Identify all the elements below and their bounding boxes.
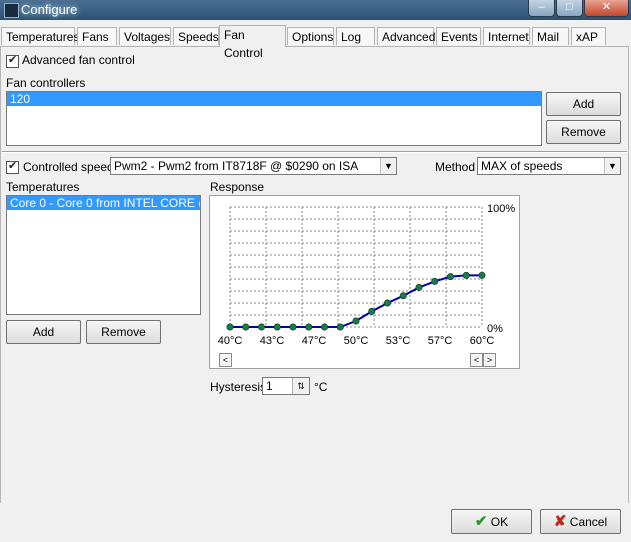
- tab-mail[interactable]: Mail: [532, 27, 569, 45]
- section-divider: [2, 151, 627, 153]
- method-value: MAX of speeds: [481, 159, 563, 173]
- data-point: [368, 307, 376, 315]
- tab-options[interactable]: Options: [287, 27, 334, 45]
- app-icon: [4, 3, 19, 18]
- data-point: [399, 292, 407, 300]
- x-tick-label: 50°C: [344, 335, 369, 347]
- data-point: [447, 273, 455, 281]
- add-fan-controller-button[interactable]: Add: [546, 92, 621, 116]
- x-tick-label: 43°C: [260, 335, 285, 347]
- x-tick-labels: 40°C 43°C 47°C 50°C 53°C 57°C 60°C: [218, 335, 495, 347]
- chevron-down-icon[interactable]: ▼: [604, 158, 620, 174]
- method-label: Method: [435, 160, 476, 174]
- x-mark-icon: ✘: [553, 513, 567, 530]
- temperatures-label: Temperatures: [6, 180, 80, 194]
- window-title: Configure: [21, 2, 78, 17]
- tab-fans[interactable]: Fans: [77, 27, 117, 45]
- chevron-down-icon[interactable]: ▼: [380, 158, 396, 174]
- scroll-left-button-right-pair[interactable]: <: [470, 353, 483, 367]
- tab-temperatures[interactable]: Temperatures: [1, 27, 79, 45]
- tab-speeds[interactable]: Speeds: [173, 27, 219, 45]
- cancel-button[interactable]: ✘ Cancel: [540, 509, 621, 534]
- cancel-label: Cancel: [569, 515, 608, 529]
- response-label: Response: [210, 180, 265, 194]
- data-point: [384, 299, 392, 307]
- scroll-left-button[interactable]: <: [219, 353, 232, 367]
- spinner-arrows-icon[interactable]: ⇅: [292, 378, 309, 394]
- x-tick-label: 60°C: [470, 335, 495, 347]
- response-chart: 100% 0% 40°C 43°C 47°C 50°C 53°C 57°C 60°C: [218, 203, 516, 347]
- tab-xap[interactable]: xAP: [571, 27, 606, 45]
- x-tick-label: 53°C: [386, 335, 411, 347]
- remove-fan-controller-button[interactable]: Remove: [546, 120, 621, 144]
- fan-controllers-list[interactable]: 120: [6, 91, 542, 146]
- hysteresis-spinner[interactable]: 1 ⇅: [262, 377, 310, 395]
- data-point: [321, 323, 329, 331]
- data-point: [305, 323, 313, 331]
- tab-fan-control[interactable]: Fan Control: [219, 25, 286, 60]
- controlled-speed-label: Controlled speed: [23, 160, 114, 174]
- ok-button[interactable]: ✔ OK: [451, 509, 532, 534]
- hysteresis-value: 1: [266, 379, 273, 393]
- add-temperature-button[interactable]: Add: [6, 320, 81, 344]
- controlled-speed-value: Pwm2 - Pwm2 from IT8718F @ $0290 on ISA: [114, 159, 359, 173]
- controlled-speed-checkbox[interactable]: [6, 159, 19, 174]
- data-point: [257, 323, 265, 331]
- tab-advanced[interactable]: Advanced: [377, 27, 435, 45]
- data-point: [226, 323, 234, 331]
- scroll-right-button[interactable]: >: [483, 353, 496, 367]
- tab-log[interactable]: Log: [336, 27, 375, 45]
- data-point: [415, 283, 423, 291]
- hysteresis-unit: °C: [314, 380, 328, 394]
- controlled-speed-select[interactable]: Pwm2 - Pwm2 from IT8718F @ $0290 on ISA …: [110, 157, 397, 175]
- ok-label: OK: [490, 515, 509, 529]
- title-bar: Configure – □ ✕: [0, 0, 631, 20]
- data-point: [273, 323, 281, 331]
- data-point: [336, 323, 344, 331]
- advanced-fan-control-checkbox[interactable]: [6, 53, 19, 68]
- minimize-button[interactable]: –: [528, 0, 555, 17]
- data-point: [289, 323, 297, 331]
- tab-voltages[interactable]: Voltages: [119, 27, 171, 45]
- y-top-label: 100%: [487, 203, 515, 215]
- temperatures-list[interactable]: Core 0 - Core 0 from INTEL CORE @ $0: [6, 195, 201, 315]
- maximize-button[interactable]: □: [556, 0, 583, 17]
- tab-strip: Temperatures Fans Voltages Speeds Fan Co…: [0, 25, 631, 60]
- y-bottom-label: 0%: [487, 323, 503, 335]
- checkmark-icon: ✔: [474, 513, 488, 530]
- x-tick-label: 47°C: [302, 335, 327, 347]
- dialog-footer: ✔ OK ✘ Cancel: [0, 503, 631, 542]
- list-item[interactable]: 120: [7, 92, 541, 106]
- data-point: [431, 277, 439, 285]
- hysteresis-label: Hysteresis: [210, 380, 267, 394]
- tab-internet[interactable]: Internet: [483, 27, 530, 45]
- list-item[interactable]: Core 0 - Core 0 from INTEL CORE @ $0: [7, 196, 200, 210]
- remove-temperature-button[interactable]: Remove: [86, 320, 161, 344]
- data-point: [242, 323, 250, 331]
- fan-controllers-label: Fan controllers: [6, 76, 86, 90]
- data-point: [478, 271, 486, 279]
- method-select[interactable]: MAX of speeds ▼: [477, 157, 621, 175]
- advanced-fan-control-label: Advanced fan control: [22, 53, 135, 67]
- response-graph[interactable]: 100% 0% 40°C 43°C 47°C 50°C 53°C 57°C 60°C < <…: [209, 195, 520, 369]
- data-point: [462, 271, 470, 279]
- x-tick-label: 57°C: [428, 335, 453, 347]
- chart-grid: [229, 206, 483, 328]
- close-button[interactable]: ✕: [584, 0, 629, 17]
- tab-events[interactable]: Events: [436, 27, 481, 45]
- data-point: [352, 317, 360, 325]
- x-tick-label: 40°C: [218, 335, 243, 347]
